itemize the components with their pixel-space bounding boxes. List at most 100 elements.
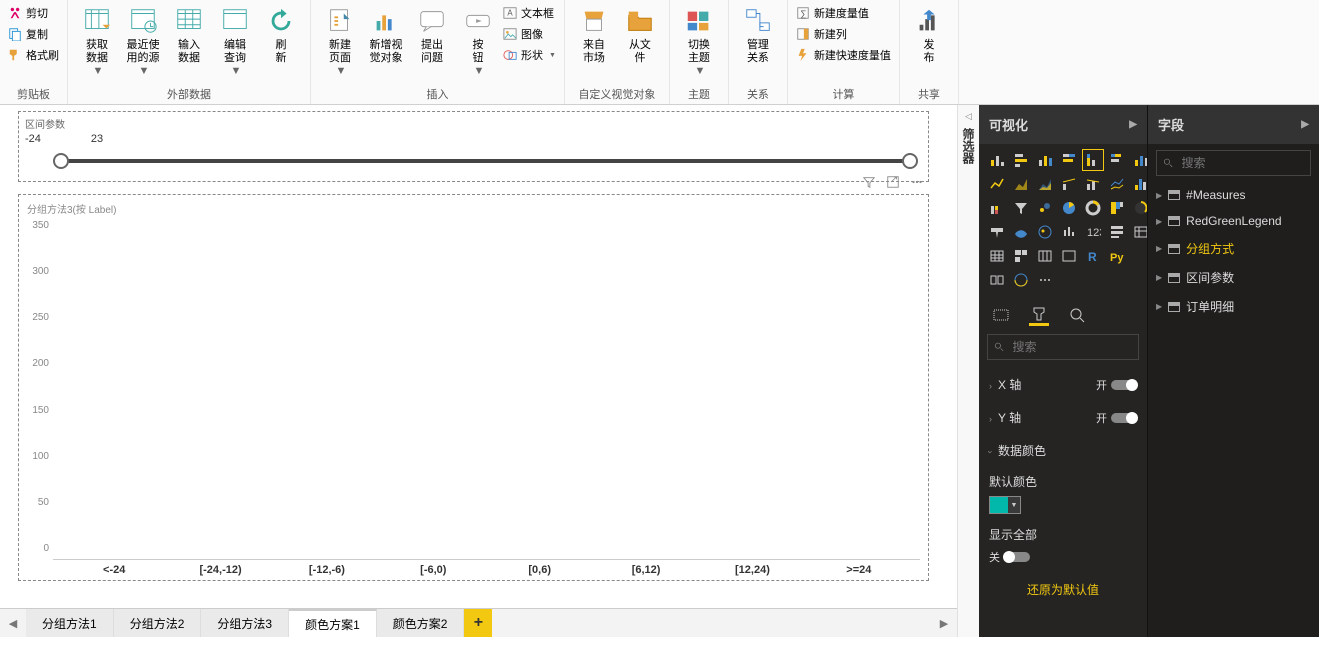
slicer-visual[interactable]: 区间参数 -24 23 xyxy=(18,111,929,182)
viz-type-icon[interactable] xyxy=(1011,198,1031,218)
slicer-track[interactable] xyxy=(61,159,910,163)
from-file-button[interactable]: 从文 件 xyxy=(617,4,663,67)
format-tab-icon[interactable] xyxy=(1029,304,1049,326)
report-canvas[interactable]: 区间参数 -24 23 分组方法3(按 Label) 35 xyxy=(0,105,957,608)
field-table-item[interactable]: ▶#Measures xyxy=(1148,182,1319,208)
viz-type-icon[interactable] xyxy=(987,246,1007,266)
viz-type-icon[interactable] xyxy=(1011,174,1031,194)
format-painter-button[interactable]: 格式刷 xyxy=(6,46,61,64)
viz-type-icon[interactable] xyxy=(1011,222,1031,242)
viz-type-icon[interactable] xyxy=(987,222,1007,242)
new-quick-measure-button[interactable]: 新建快速度量值 xyxy=(794,46,893,64)
page-tab[interactable]: 颜色方案1 xyxy=(289,609,377,637)
textbox-button[interactable]: A文本框 xyxy=(501,4,558,22)
prop-y-axis[interactable]: ›Y 轴 开 xyxy=(979,401,1147,434)
viz-type-icon[interactable] xyxy=(1011,270,1031,290)
recent-sources-button[interactable]: 最近使 用的源▼ xyxy=(120,4,166,80)
show-all-toggle[interactable] xyxy=(1004,552,1030,562)
chart-visual[interactable]: 分组方法3(按 Label) 350300250200150100500 <-2… xyxy=(18,194,929,581)
image-button[interactable]: 图像 xyxy=(501,25,558,43)
page-tab[interactable]: 颜色方案2 xyxy=(377,609,465,637)
new-column-button[interactable]: 新建列 xyxy=(794,25,893,43)
from-market-button[interactable]: 来自 市场 xyxy=(571,4,617,67)
viz-type-icon[interactable] xyxy=(1035,174,1055,194)
viz-type-icon[interactable] xyxy=(1083,150,1103,170)
viz-type-icon[interactable] xyxy=(1107,174,1127,194)
x-label: <-24 xyxy=(73,564,155,576)
chevron-right-icon[interactable]: ▶ xyxy=(1301,119,1309,130)
search-icon xyxy=(994,341,1005,353)
viz-type-icon[interactable] xyxy=(987,270,1007,290)
viz-search[interactable] xyxy=(987,334,1139,360)
shapes-button[interactable]: 形状▼ xyxy=(501,46,558,64)
viz-type-icon[interactable] xyxy=(1035,270,1055,290)
viz-type-icon[interactable] xyxy=(1059,174,1079,194)
viz-type-icon[interactable] xyxy=(1011,150,1031,170)
publish-button[interactable]: 发 布 xyxy=(906,4,952,67)
viz-type-icon[interactable] xyxy=(1059,246,1079,266)
edit-queries-button[interactable]: 编辑 查询▼ xyxy=(212,4,258,80)
viz-type-icon[interactable] xyxy=(1107,150,1127,170)
viz-type-icon[interactable] xyxy=(987,174,1007,194)
page-tab[interactable]: 分组方法1 xyxy=(26,609,114,637)
slicer-handle-right[interactable] xyxy=(902,153,918,169)
new-visual-button[interactable]: 新增视 觉对象 xyxy=(363,4,409,67)
buttons-button[interactable]: 按 钮▼ xyxy=(455,4,501,80)
focus-icon[interactable] xyxy=(886,175,900,192)
analytics-tab-icon[interactable] xyxy=(1067,304,1087,326)
field-table-item[interactable]: ▶RedGreenLegend xyxy=(1148,208,1319,234)
copy-button[interactable]: 复制 xyxy=(6,25,61,43)
viz-type-icon[interactable]: Py xyxy=(1107,246,1127,266)
switch-theme-button[interactable]: 切换 主题▼ xyxy=(676,4,722,80)
filters-pane-collapsed[interactable]: ◁ 筛选器 xyxy=(957,105,979,637)
reset-to-default[interactable]: 还原为默认值 xyxy=(979,571,1147,608)
viz-type-icon[interactable] xyxy=(987,198,1007,218)
fields-search[interactable] xyxy=(1156,150,1311,176)
cut-button[interactable]: 剪切 xyxy=(6,4,61,22)
viz-type-icon[interactable] xyxy=(1059,222,1079,242)
add-page-button[interactable]: + xyxy=(464,609,492,637)
page-tab[interactable]: 分组方法3 xyxy=(201,609,289,637)
viz-type-icon[interactable] xyxy=(1035,222,1055,242)
fields-search-input[interactable] xyxy=(1180,155,1304,171)
viz-type-icon[interactable] xyxy=(1083,174,1103,194)
ribbon-group-calc: ∑新建度量值 新建列 新建快速度量值 计算 xyxy=(788,0,900,104)
enter-data-button[interactable]: 输入 数据 xyxy=(166,4,212,67)
viz-type-icon[interactable] xyxy=(1035,150,1055,170)
page-tabs: ◀ 分组方法1分组方法2分组方法3颜色方案1颜色方案2 + ▶ xyxy=(0,608,957,637)
field-table-item[interactable]: ▶区间参数 xyxy=(1148,263,1319,292)
get-data-button[interactable]: 获取 数据▼ xyxy=(74,4,120,80)
viz-type-icon[interactable] xyxy=(1011,246,1031,266)
prop-x-axis[interactable]: ›X 轴 开 xyxy=(979,368,1147,401)
x-axis-toggle[interactable] xyxy=(1111,380,1137,390)
manage-relations-button[interactable]: 管理 关系 xyxy=(735,4,781,67)
viz-type-icon[interactable] xyxy=(1035,198,1055,218)
tab-scroll-right[interactable]: ▶ xyxy=(931,609,957,637)
y-axis-toggle[interactable] xyxy=(1111,413,1137,423)
new-page-button[interactable]: 新建 页面▼ xyxy=(317,4,363,80)
chevron-right-icon[interactable]: ▶ xyxy=(1129,119,1137,130)
field-table-item[interactable]: ▶分组方式 xyxy=(1148,234,1319,263)
filter-icon[interactable] xyxy=(862,175,876,192)
viz-type-icon[interactable]: R xyxy=(1083,246,1103,266)
slicer-handle-left[interactable] xyxy=(53,153,69,169)
more-icon[interactable] xyxy=(910,175,924,192)
ask-question-button[interactable]: 提出 问题 xyxy=(409,4,455,67)
viz-type-icon[interactable] xyxy=(987,150,1007,170)
refresh-button[interactable]: 刷 新 xyxy=(258,4,304,67)
tab-scroll-left[interactable]: ◀ xyxy=(0,609,26,637)
new-measure-button[interactable]: ∑新建度量值 xyxy=(794,4,893,22)
page-tab[interactable]: 分组方法2 xyxy=(114,609,202,637)
viz-type-icon[interactable]: 123 xyxy=(1083,222,1103,242)
viz-type-icon[interactable] xyxy=(1107,222,1127,242)
viz-search-input[interactable] xyxy=(1011,339,1132,355)
default-color-picker[interactable]: ▼ xyxy=(989,496,1021,514)
prop-data-colors[interactable]: ›数据颜色 xyxy=(979,434,1147,467)
viz-type-icon[interactable] xyxy=(1035,246,1055,266)
viz-type-icon[interactable] xyxy=(1083,198,1103,218)
fields-tab-icon[interactable] xyxy=(991,304,1011,326)
viz-type-icon[interactable] xyxy=(1059,150,1079,170)
field-table-item[interactable]: ▶订单明细 xyxy=(1148,292,1319,321)
viz-type-icon[interactable] xyxy=(1107,198,1127,218)
viz-type-icon[interactable] xyxy=(1059,198,1079,218)
